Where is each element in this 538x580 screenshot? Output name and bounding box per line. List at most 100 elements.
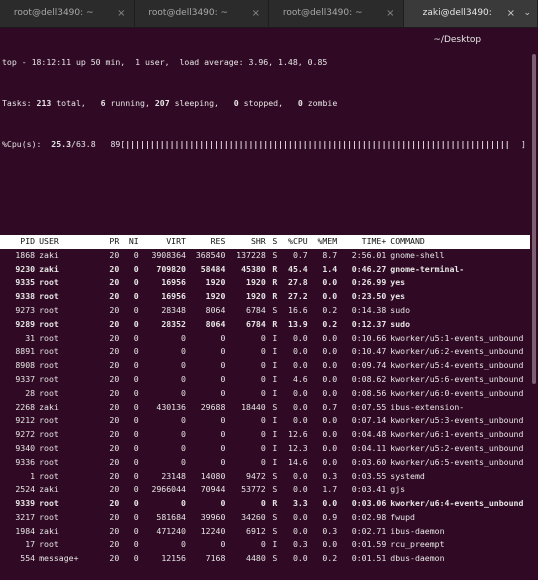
close-icon[interactable]: × bbox=[252, 0, 260, 27]
shr-cell: 0 bbox=[225, 497, 265, 511]
state-cell: S bbox=[266, 552, 278, 566]
col-pr[interactable]: PR bbox=[98, 235, 119, 249]
shr-cell: 0 bbox=[225, 442, 265, 456]
time-cell: 0:03.60 bbox=[337, 456, 386, 470]
table-row[interactable]: 17root200000I0.30.00:01.59rcu_preempt bbox=[0, 538, 530, 552]
shr-cell: 9472 bbox=[225, 470, 265, 484]
col-ni[interactable]: NI bbox=[119, 235, 138, 249]
table-row[interactable]: 9212root200000I0.00.00:07.14kworker/u5:3… bbox=[0, 414, 530, 428]
tab-root-3[interactable]: root@dell3490: ~ × bbox=[269, 0, 404, 27]
table-row[interactable]: 9337root200000I4.60.00:08.62kworker/u5:6… bbox=[0, 373, 530, 387]
virt-cell: 23148 bbox=[139, 470, 186, 484]
virt-cell: 0 bbox=[139, 332, 186, 346]
state-cell: I bbox=[266, 387, 278, 401]
ni-cell: 0 bbox=[119, 249, 138, 263]
close-icon[interactable]: × bbox=[117, 0, 125, 27]
table-row[interactable]: 1root20023148140809472S0.00.30:03.55syst… bbox=[0, 470, 530, 484]
ni-cell: 0 bbox=[119, 483, 138, 497]
table-row[interactable]: 9338root2001695619201920R27.20.00:23.50y… bbox=[0, 290, 530, 304]
state-cell: S bbox=[266, 525, 278, 539]
col-res[interactable]: RES bbox=[186, 235, 225, 249]
ni-cell: 0 bbox=[119, 359, 138, 373]
table-row[interactable]: 8891root200000I0.00.00:10.47kworker/u6:2… bbox=[0, 345, 530, 359]
blank-line bbox=[0, 180, 530, 194]
virt-cell: 0 bbox=[139, 456, 186, 470]
command-cell: systemd bbox=[386, 470, 530, 484]
virt-cell: 16956 bbox=[139, 276, 186, 290]
pid-cell: 9335 bbox=[0, 276, 35, 290]
col-user[interactable]: USER bbox=[35, 235, 98, 249]
col-command[interactable]: COMMAND bbox=[386, 235, 530, 249]
col-time[interactable]: TIME+ bbox=[337, 235, 386, 249]
table-row[interactable]: 31root200000I0.00.00:10.66kworker/u5:1-e… bbox=[0, 332, 530, 346]
state-cell: S bbox=[266, 483, 278, 497]
res-cell: 0 bbox=[186, 345, 225, 359]
state-cell: I bbox=[266, 442, 278, 456]
shr-cell: 0 bbox=[225, 414, 265, 428]
table-row[interactable]: 9273root2002834880646784S16.60.20:14.38s… bbox=[0, 304, 530, 318]
table-row[interactable]: 28root200000I0.00.00:08.56kworker/u6:0-e… bbox=[0, 387, 530, 401]
mem-cell: 0.0 bbox=[308, 538, 337, 552]
tab-root-2[interactable]: root@dell3490: ~ × bbox=[135, 0, 270, 27]
pr-cell: 20 bbox=[98, 373, 119, 387]
close-icon[interactable]: × bbox=[386, 0, 394, 27]
table-row[interactable]: 9336root200000I14.60.00:03.60kworker/u6:… bbox=[0, 456, 530, 470]
pid-cell: 9340 bbox=[0, 442, 35, 456]
table-row[interactable]: 9335root2001695619201920R27.80.00:26.99y… bbox=[0, 276, 530, 290]
col-pid[interactable]: PID bbox=[0, 235, 35, 249]
table-row[interactable]: 2524zaki20029660447094453772S0.01.70:03.… bbox=[0, 483, 530, 497]
cpu-cell: 3.3 bbox=[277, 497, 307, 511]
ni-cell: 0 bbox=[119, 552, 138, 566]
pid-cell: 31 bbox=[0, 332, 35, 346]
cpu-cell: 0.0 bbox=[277, 525, 307, 539]
terminal-output[interactable]: top - 18:12:11 up 50 min, 1 user, load a… bbox=[0, 28, 530, 403]
state-cell: I bbox=[266, 538, 278, 552]
col-s[interactable]: S bbox=[266, 235, 278, 249]
time-cell: 0:03.55 bbox=[337, 470, 386, 484]
time-cell: 0:03.06 bbox=[337, 497, 386, 511]
table-row[interactable]: 9272root200000I12.60.00:04.48kworker/u6:… bbox=[0, 428, 530, 442]
res-cell: 58484 bbox=[186, 263, 225, 277]
tab-zaki-desktop[interactable]: zaki@dell3490: ~/Desktop × ⌄ bbox=[404, 0, 538, 27]
table-row[interactable]: 9340root200000I12.30.00:04.11kworker/u5:… bbox=[0, 442, 530, 456]
cpu-cell: 0.0 bbox=[277, 359, 307, 373]
table-row[interactable]: 1984zaki200471240122406912S0.00.30:02.71… bbox=[0, 525, 530, 539]
cpu-cell: 27.2 bbox=[277, 290, 307, 304]
pid-cell: 1 bbox=[0, 470, 35, 484]
state-cell: R bbox=[266, 263, 278, 277]
cpu-cell: 0.7 bbox=[277, 249, 307, 263]
time-cell: 0:01.59 bbox=[337, 538, 386, 552]
table-row[interactable]: 554message+2001215671684480S0.00.20:01.5… bbox=[0, 552, 530, 566]
state-cell: S bbox=[266, 511, 278, 525]
scrollbar-thumb[interactable] bbox=[532, 54, 536, 384]
close-icon[interactable]: × bbox=[507, 0, 515, 27]
col-cpu[interactable]: %CPU bbox=[277, 235, 307, 249]
table-row[interactable]: 9339root200000R3.30.00:03.06kworker/u6:4… bbox=[0, 497, 530, 511]
res-cell: 0 bbox=[186, 387, 225, 401]
table-row[interactable]: 3217root2005816843996034260S0.00.90:02.9… bbox=[0, 511, 530, 525]
pr-cell: 20 bbox=[98, 428, 119, 442]
pr-cell: 20 bbox=[98, 497, 119, 511]
user-cell: root bbox=[35, 470, 98, 484]
cpu-meter: ||||||||||||||||||||||||||||||||||||||||… bbox=[125, 139, 510, 149]
col-mem[interactable]: %MEM bbox=[308, 235, 337, 249]
command-cell: kworker/u5:2-events_unbound bbox=[386, 442, 530, 456]
command-cell: kworker/u6:0-events_unbound bbox=[386, 387, 530, 401]
table-row[interactable]: 9230zaki2007098205848445380R45.41.40:46.… bbox=[0, 263, 530, 277]
user-cell: zaki bbox=[35, 249, 98, 263]
time-cell: 0:02.71 bbox=[337, 525, 386, 539]
tab-root-1[interactable]: root@dell3490: ~ × bbox=[0, 0, 135, 27]
table-row[interactable]: 1868zaki2003908364368540137228S0.78.72:5… bbox=[0, 249, 530, 263]
chevron-down-icon[interactable]: ⌄ bbox=[523, 0, 531, 27]
mem-cell: 0.2 bbox=[308, 304, 337, 318]
col-shr[interactable]: SHR bbox=[225, 235, 265, 249]
table-row[interactable]: 8908root200000I0.00.00:09.74kworker/u5:4… bbox=[0, 359, 530, 373]
state-cell: R bbox=[266, 276, 278, 290]
table-row[interactable]: 9289root2002835280646784R13.90.20:12.37s… bbox=[0, 318, 530, 332]
pr-cell: 20 bbox=[98, 483, 119, 497]
scrollbar[interactable] bbox=[530, 54, 538, 403]
virt-cell: 0 bbox=[139, 387, 186, 401]
col-virt[interactable]: VIRT bbox=[139, 235, 186, 249]
pr-cell: 20 bbox=[98, 456, 119, 470]
res-cell: 7168 bbox=[186, 552, 225, 566]
